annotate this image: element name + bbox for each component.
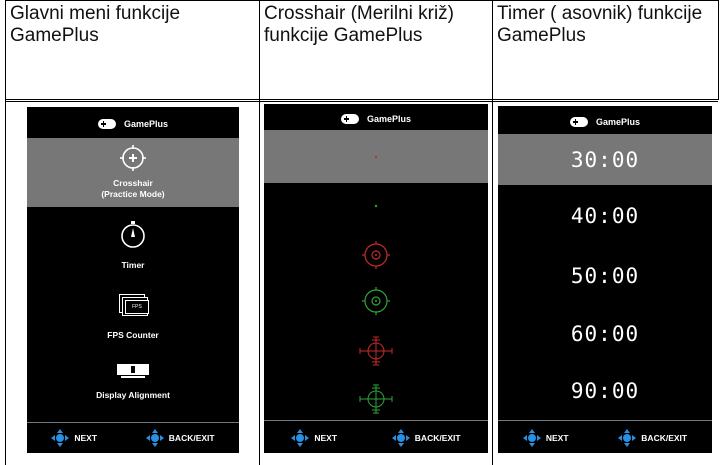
osd-crosshair: GamePlus NEXT BACK/EXIT <box>264 104 488 453</box>
nav-next[interactable]: NEXT <box>51 429 97 447</box>
column-divider-2 <box>492 0 493 465</box>
timer-option-60[interactable]: 60:00 <box>498 322 712 346</box>
crosshair-option-dot-1[interactable] <box>374 155 378 159</box>
menu-item-fps-counter-label: FPS Counter <box>107 330 159 340</box>
osd-main-menu: GamePlus Crosshair (Practice Mode) Timer… <box>27 107 239 453</box>
nav-back-exit-label: BACK/EXIT <box>168 433 215 443</box>
table-left-border <box>5 0 6 465</box>
column-divider-1 <box>259 0 260 465</box>
dpad-icon <box>618 429 637 447</box>
nav-back-exit[interactable]: BACK/EXIT <box>145 429 215 447</box>
timer-option-50[interactable]: 50:00 <box>498 264 712 288</box>
nav-bar: NEXT BACK/EXIT <box>27 423 239 453</box>
nav-next[interactable]: NEXT <box>291 429 337 447</box>
nav-back-exit[interactable]: BACK/EXIT <box>618 429 687 447</box>
nav-bar: NEXT BACK/EXIT <box>264 423 488 453</box>
nav-bar: NEXT BACK/EXIT <box>498 423 712 453</box>
header-divider <box>5 99 718 100</box>
menu-item-display-alignment-label: Display Alignment <box>96 390 170 400</box>
nav-next-label: NEXT <box>74 433 98 443</box>
crosshair-option-scope-5[interactable] <box>359 336 393 366</box>
header-divider-2 <box>5 101 718 102</box>
menu-item-display-alignment[interactable]: Display Alignment <box>27 360 239 410</box>
fps-icon-label: FPS <box>125 300 149 314</box>
osd-title-bar: GamePlus <box>264 108 488 130</box>
osd-title-bar: GamePlus <box>27 113 239 135</box>
header-timer: Timer ( asovnik) funkcije GamePlus <box>497 3 703 46</box>
crosshair-options <box>359 155 393 414</box>
nav-next[interactable]: NEXT <box>522 429 569 447</box>
dpad-icon <box>51 429 70 447</box>
menu-item-fps-counter[interactable]: FPS FPS Counter <box>27 290 239 345</box>
crosshair-option-circle-3[interactable] <box>362 241 390 269</box>
divider <box>264 420 488 421</box>
nav-back-exit[interactable]: BACK/EXIT <box>391 429 461 447</box>
dpad-icon <box>145 429 164 447</box>
crosshair-option-dot-2[interactable] <box>374 204 378 208</box>
timer-option-40[interactable]: 40:00 <box>498 204 712 228</box>
menu-item-crosshair-label: Crosshair (Practice Mode) <box>101 178 165 199</box>
display-alignment-icon <box>117 364 149 378</box>
osd-timer: GamePlus 30:00 40:00 50:00 60:00 90:00 N… <box>498 106 712 453</box>
gamepad-icon <box>569 117 588 127</box>
timer-option-30[interactable]: 30:00 <box>498 148 712 172</box>
nav-back-exit-label: BACK/EXIT <box>641 433 688 443</box>
divider <box>498 420 712 421</box>
nav-next-label: NEXT <box>314 433 338 443</box>
gamepad-icon <box>340 114 359 124</box>
nav-next-label: NEXT <box>545 433 569 443</box>
menu-item-timer[interactable]: Timer <box>27 217 239 272</box>
dpad-icon <box>522 429 541 447</box>
timer-option-90[interactable]: 90:00 <box>498 379 712 403</box>
header-main-menu: Glavni meni funkcije GamePlus <box>10 3 181 46</box>
crosshair-icon <box>120 145 146 171</box>
gamepad-icon <box>97 119 116 129</box>
nav-back-exit-label: BACK/EXIT <box>414 433 461 443</box>
dpad-icon <box>291 429 310 447</box>
table-top-border <box>5 0 718 1</box>
timer-icon <box>121 221 145 248</box>
fps-icon: FPS <box>119 294 149 318</box>
menu-item-timer-label: Timer <box>121 260 145 270</box>
menu-item-crosshair[interactable]: Crosshair (Practice Mode) <box>27 139 239 207</box>
osd-title: GamePlus <box>595 117 641 127</box>
table-right-border <box>718 0 719 100</box>
crosshair-option-circle-4[interactable] <box>362 287 390 315</box>
osd-title-bar: GamePlus <box>498 111 712 133</box>
header-crosshair: Crosshair (Merilni križ) funkcije GamePl… <box>264 3 455 46</box>
osd-title: GamePlus <box>366 114 412 124</box>
osd-title: GamePlus <box>123 119 169 129</box>
dpad-icon <box>391 429 410 447</box>
crosshair-option-scope-6[interactable] <box>359 384 393 414</box>
